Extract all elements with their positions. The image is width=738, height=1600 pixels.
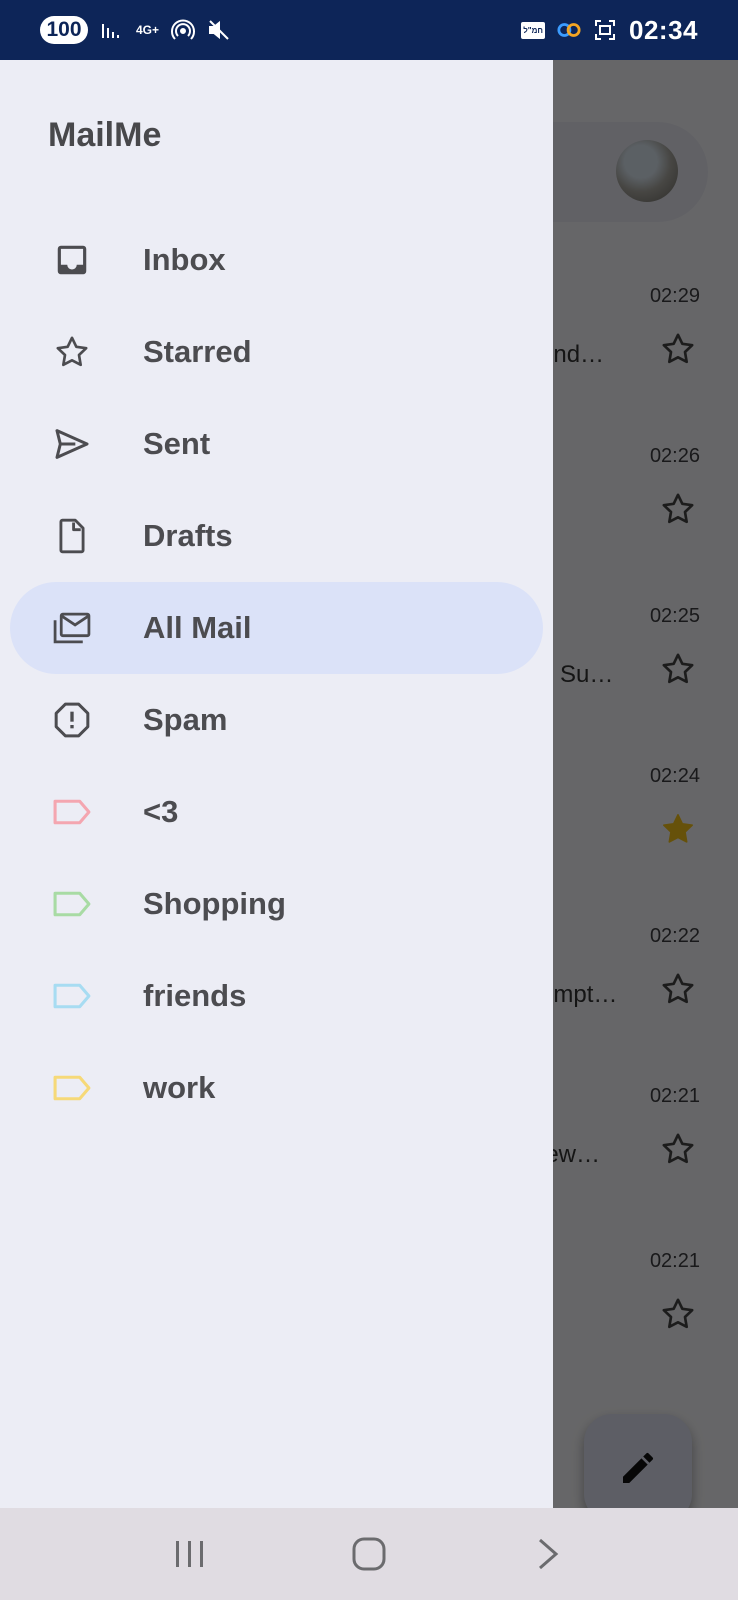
drawer-item-label: Sent: [143, 426, 211, 461]
spam-icon: [52, 700, 92, 740]
drawer-item-drafts[interactable]: Drafts: [10, 490, 543, 582]
screenshot-icon: [593, 18, 617, 42]
inbox-icon: [52, 240, 92, 280]
drawer-item-label: Starred: [143, 334, 252, 369]
recents-icon: [175, 1541, 203, 1567]
drawer-item-label: Inbox: [143, 242, 226, 277]
drawer-item-inbox[interactable]: Inbox: [10, 214, 543, 306]
back-button[interactable]: [518, 1524, 578, 1584]
clock: 02:34: [629, 14, 698, 45]
app-title: MailMe: [48, 116, 162, 154]
drawer-item-label: All Mail: [143, 610, 252, 645]
navigation-drawer: MailMe Inbox Starred Sent Drafts All Mai…: [0, 60, 553, 1508]
label-icon: [52, 976, 92, 1016]
drawer-item-label: work: [143, 1070, 216, 1105]
draft-icon: [52, 516, 92, 556]
drawer-item-label: <3: [143, 794, 179, 829]
home-button[interactable]: [339, 1524, 399, 1584]
mute-icon: [207, 18, 231, 42]
network-type: 4G+: [136, 22, 160, 37]
drawer-item-label: Drafts: [143, 518, 233, 553]
drawer-item-label-shopping[interactable]: Shopping: [10, 858, 543, 950]
chevron-right-icon: [539, 1538, 559, 1570]
carrier-badge: חמ"ל: [521, 21, 545, 39]
drawer-item-label-work[interactable]: work: [10, 1042, 543, 1134]
system-navigation-bar: [0, 1508, 738, 1600]
home-icon: [352, 1537, 386, 1571]
drawer-item-label: Spam: [143, 702, 228, 737]
label-icon: [52, 792, 92, 832]
label-icon: [52, 884, 92, 924]
send-icon: [52, 424, 92, 464]
screen: 02:29end…02:2602:25e Su…02:2402:22empt…0…: [0, 0, 738, 1600]
status-bar: 100 4G+ חמ"ל 02:34: [0, 0, 738, 60]
hotspot-icon: [171, 18, 196, 42]
drawer-item-label: friends: [143, 978, 247, 1013]
drawer-item-label-heart[interactable]: <3: [10, 766, 543, 858]
star-outline-icon: [52, 332, 92, 372]
drawer-item-all-mail[interactable]: All Mail: [10, 582, 543, 674]
drawer-item-starred[interactable]: Starred: [10, 306, 543, 398]
signal-icon: [100, 18, 124, 42]
label-icon: [52, 1068, 92, 1108]
drawer-item-label: Shopping: [143, 886, 286, 921]
battery-indicator: 100: [40, 16, 88, 44]
drawer-item-spam[interactable]: Spam: [10, 674, 543, 766]
all-mail-icon: [52, 608, 92, 648]
drawer-item-sent[interactable]: Sent: [10, 398, 543, 490]
recents-button[interactable]: [160, 1524, 220, 1584]
drawer-item-label-friends[interactable]: friends: [10, 950, 543, 1042]
link-icon: [557, 18, 581, 42]
